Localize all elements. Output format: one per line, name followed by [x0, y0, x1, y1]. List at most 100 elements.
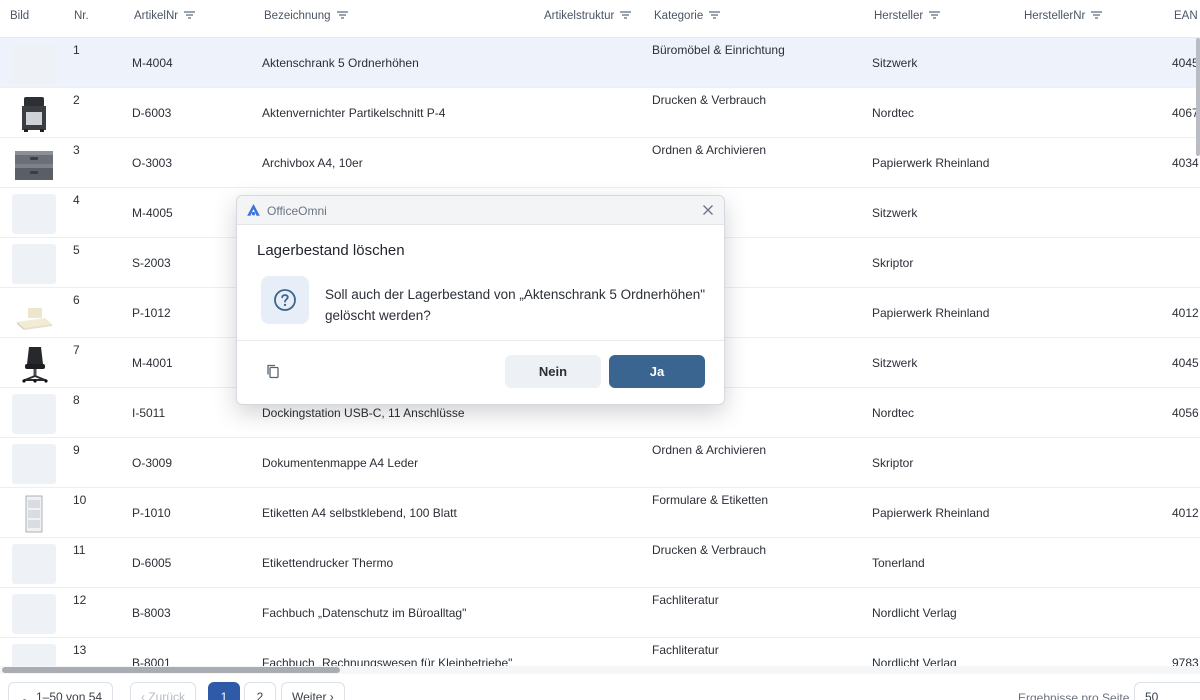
cell-bezeichnung: Archivbox A4, 10er: [262, 156, 363, 170]
filter-icon[interactable]: [184, 10, 196, 19]
column-header-ean[interactable]: EAN: [1174, 0, 1198, 38]
next-page-button[interactable]: Weiter ›: [281, 682, 345, 700]
column-header-hersteller[interactable]: Hersteller: [874, 0, 941, 38]
cell-kategorie: Ordnen & Archivieren: [652, 443, 767, 457]
filter-icon[interactable]: [1091, 10, 1103, 19]
cell-artikelnr: M-4001: [132, 356, 173, 370]
table-row[interactable]: 1 M-4004 Aktenschrank 5 Ordnerhöhen Büromöb…: [0, 38, 1200, 88]
cell-kategorie: Ordnen & Archivieren: [652, 143, 767, 157]
cell-bezeichnung: Aktenschrank 5 Ordnerhöhen: [262, 56, 419, 70]
cell-nr: 13: [73, 643, 87, 657]
column-header-artikelstruktur[interactable]: Artikelstruktur: [544, 0, 632, 38]
table-row[interactable]: 11 D-6005 Etikettendrucker Thermo Drucken &…: [0, 538, 1200, 588]
cell-bezeichnung: Dokumentenmappe A4 Leder: [262, 456, 419, 470]
cell-kategorie: Drucken & Verbrauch: [652, 93, 767, 107]
column-header-bezeichnung[interactable]: Bezeichnung: [264, 0, 348, 38]
cell-artikelnr: P-1012: [132, 306, 171, 320]
cell-ean: 4045: [1172, 356, 1199, 370]
dialog-message: Soll auch der Lagerbestand von „Aktensch…: [325, 287, 706, 323]
cell-hersteller: Nordtec: [872, 406, 915, 420]
cell-ean: 4056: [1172, 406, 1199, 420]
yes-button[interactable]: Ja: [609, 355, 705, 388]
grid-header: Bild Nr. ArtikelNr Bezeichnung Artikelst…: [0, 0, 1200, 38]
cell-artikelnr: D-6003: [132, 106, 172, 120]
cell-nr: 10: [73, 493, 87, 507]
table-row[interactable]: 9 O-3009 Dokumentenmappe A4 Leder Ordnen & …: [0, 438, 1200, 488]
cell-hersteller: Sitzwerk: [872, 56, 918, 70]
cell-hersteller: Tonerland: [872, 556, 925, 570]
table-row[interactable]: 3 O-3003 Archivbox A4, 10er Ordnen & Archiv…: [0, 138, 1200, 188]
officeomni-logo-icon: [246, 203, 261, 218]
page-2-button[interactable]: 2: [244, 682, 276, 700]
cell-nr: 9: [73, 443, 80, 457]
cell-ean: 4067: [1172, 106, 1199, 120]
page-1-button[interactable]: 1: [208, 682, 240, 700]
vertical-scrollbar[interactable]: [1196, 38, 1200, 156]
label-sheet-icon: [12, 494, 56, 534]
cell-nr: 3: [73, 143, 80, 157]
cell-nr: 8: [73, 393, 80, 407]
cell-hersteller: Sitzwerk: [872, 356, 918, 370]
cell-nr: 1: [73, 43, 80, 57]
image-placeholder: [12, 644, 56, 666]
cell-nr: 6: [73, 293, 80, 307]
paper-stack-icon: [12, 294, 56, 334]
cell-hersteller: Nordlicht Verlag: [872, 606, 957, 620]
image-placeholder: [12, 244, 56, 284]
filter-icon[interactable]: [336, 10, 348, 19]
horizontal-scrollbar-thumb[interactable]: [2, 667, 340, 673]
cell-artikelnr: O-3009: [132, 456, 173, 470]
column-header-herstellernr[interactable]: HerstellerNr: [1024, 0, 1103, 38]
column-header-artikelnr[interactable]: ArtikelNr: [134, 0, 196, 38]
cell-ean: 9783: [1172, 656, 1199, 666]
shredder-icon: [12, 94, 56, 134]
cell-nr: 7: [73, 343, 80, 357]
cell-nr: 11: [73, 543, 86, 557]
dialog-title: Lagerbestand löschen: [257, 242, 405, 259]
per-page-select[interactable]: 50: [1134, 682, 1200, 700]
copy-icon[interactable]: [265, 363, 281, 380]
dialog-divider: [237, 340, 724, 341]
no-button[interactable]: Nein: [505, 355, 601, 388]
cell-ean: 4012: [1172, 506, 1199, 520]
cell-artikelnr: D-6005: [132, 556, 172, 570]
cell-artikelnr: S-2003: [132, 256, 171, 270]
cell-kategorie: Drucken & Verbrauch: [652, 543, 767, 557]
horizontal-scrollbar[interactable]: [0, 666, 1200, 674]
dialog-titlebar: OfficeOmni: [237, 196, 724, 225]
cell-artikelnr: B-8001: [132, 656, 171, 666]
grid-footer: 1–50 von 54 ‹ Zurück 1 2 Weiter › Ergebn…: [0, 674, 1200, 700]
cell-bezeichnung: Aktenvernichter Partikelschnitt P-4: [262, 106, 446, 120]
cell-bezeichnung: Etiketten A4 selbstklebend, 100 Blatt: [262, 506, 457, 520]
column-header-nr[interactable]: Nr.: [74, 0, 89, 38]
cell-nr: 5: [73, 243, 80, 257]
cell-ean: 4012: [1172, 306, 1199, 320]
table-row[interactable]: 13 B-8001 Fachbuch „Rechnungswesen für Kle…: [0, 638, 1200, 666]
table-row[interactable]: 10 P-1010 Etiketten A4 selbstklebend, 100 …: [0, 488, 1200, 538]
cell-hersteller: Sitzwerk: [872, 206, 918, 220]
per-page-label: Ergebnisse pro Seite: [1018, 691, 1130, 700]
filter-icon[interactable]: [709, 10, 721, 19]
image-placeholder: [12, 194, 56, 234]
column-header-kategorie[interactable]: Kategorie: [654, 0, 721, 38]
cell-kategorie: Fachliteratur: [652, 643, 719, 657]
table-row[interactable]: 12 B-8003 Fachbuch „Datenschutz im Büroall…: [0, 588, 1200, 638]
cell-nr: 12: [73, 593, 87, 607]
cell-nr: 2: [73, 93, 80, 107]
cell-hersteller: Nordtec: [872, 106, 915, 120]
cell-bezeichnung: Fachbuch „Rechnungswesen für Kleinbetrie…: [262, 656, 513, 666]
archive-box-icon: [12, 144, 56, 184]
close-icon[interactable]: [700, 202, 716, 218]
cell-hersteller: Papierwerk Rheinland: [872, 506, 990, 520]
filter-icon[interactable]: [620, 10, 632, 19]
cell-bezeichnung: Dockingstation USB-C, 11 Anschlüsse: [262, 406, 465, 420]
cell-kategorie: Büromöbel & Einrichtung: [652, 43, 785, 57]
table-row[interactable]: 2 D-6003 Aktenvernichter Partikelschnitt P…: [0, 88, 1200, 138]
prev-page-button[interactable]: ‹ Zurück: [130, 682, 197, 700]
cell-hersteller: Papierwerk Rheinland: [872, 306, 990, 320]
cell-artikelnr: O-3003: [132, 156, 173, 170]
cell-bezeichnung: Etikettendrucker Thermo: [262, 556, 394, 570]
filter-icon[interactable]: [929, 10, 941, 19]
column-header-bild[interactable]: Bild: [10, 0, 29, 38]
cell-kategorie: Fachliteratur: [652, 593, 719, 607]
